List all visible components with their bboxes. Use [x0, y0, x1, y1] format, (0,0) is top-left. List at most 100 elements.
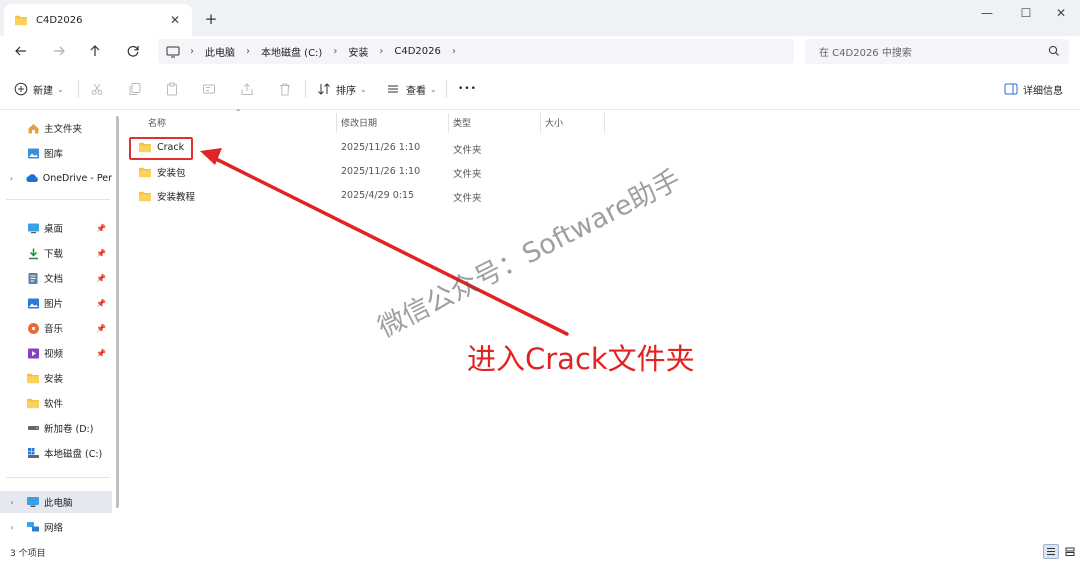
sidebar-item-music[interactable]: 音乐 📌 [0, 317, 112, 339]
sort-label: 排序 [336, 85, 356, 97]
cut-button[interactable] [90, 78, 104, 100]
file-row-tutorial[interactable]: 安装教程 2025/4/29 0:15 文件夹 [124, 185, 1080, 207]
file-row-crack[interactable]: Crack 2025/11/26 1:10 文件夹 [124, 137, 1080, 159]
arrow-up-icon [90, 45, 100, 56]
video-icon [26, 346, 40, 360]
sidebar-item-onedrive[interactable]: › OneDrive - Per [0, 167, 112, 189]
refresh-icon [127, 45, 139, 57]
sidebar-item-label: 此电脑 [44, 498, 73, 509]
copy-button[interactable] [128, 78, 142, 100]
new-tab-button[interactable]: + [201, 9, 221, 29]
tab-c4d2026[interactable]: C4D2026 ✕ [4, 4, 192, 36]
pin-icon: 📌 [96, 248, 106, 258]
share-button[interactable] [240, 78, 254, 100]
close-window-button[interactable]: ✕ [1044, 2, 1078, 24]
details-pane-icon [1004, 83, 1018, 95]
view-button[interactable]: 查看 ⌄ [386, 78, 437, 100]
divider [6, 477, 110, 478]
view-list-icon [388, 85, 398, 93]
search-placeholder: 在 C4D2026 中搜索 [819, 48, 912, 59]
column-header-date[interactable]: 修改日期 [341, 111, 377, 133]
forward-button[interactable] [47, 40, 71, 62]
details-view-button[interactable] [1043, 544, 1059, 559]
breadcrumb-local-disk[interactable]: 本地磁盘 (C:) [261, 44, 322, 59]
address-bar[interactable]: › 此电脑 › 本地磁盘 (C:) › 安装 › C4D2026 › [158, 39, 794, 64]
document-icon [26, 271, 40, 285]
column-divider[interactable] [540, 113, 541, 133]
cloud-icon [25, 171, 39, 185]
sidebar-item-videos[interactable]: 视频 📌 [0, 342, 112, 364]
close-tab-icon[interactable]: ✕ [166, 11, 184, 29]
breadcrumb-install[interactable]: 安装 [348, 44, 368, 59]
file-row-installer[interactable]: 安装包 2025/11/26 1:10 文件夹 [124, 161, 1080, 183]
sidebar-scrollbar[interactable] [116, 116, 119, 508]
more-options-button[interactable]: ••• [458, 78, 477, 100]
sidebar-item-label: 音乐 [44, 324, 64, 335]
share-icon [241, 83, 253, 95]
chevron-right-icon[interactable]: › [6, 174, 17, 183]
sidebar-item-home[interactable]: 主文件夹 [0, 117, 112, 139]
item-count: 3 个项目 [10, 549, 46, 559]
column-divider[interactable] [336, 113, 337, 133]
navigation-pane: 主文件夹 图库 › OneDrive - Per 桌面 📌 下载 📌 文档 📌 … [0, 111, 112, 543]
breadcrumb-separator: › [333, 46, 338, 57]
computer-icon [26, 495, 40, 509]
view-label: 查看 [406, 85, 426, 97]
file-date: 2025/11/26 1:10 [341, 166, 421, 177]
column-divider[interactable] [604, 113, 605, 133]
pin-icon: 📌 [96, 223, 106, 233]
sidebar-item-drive-d[interactable]: 新加卷 (D:) [0, 417, 112, 439]
pin-icon: 📌 [96, 348, 106, 358]
pin-icon: 📌 [96, 323, 106, 333]
breadcrumb-this-pc[interactable]: 此电脑 [205, 44, 235, 59]
divider [78, 80, 79, 98]
details-pane-button[interactable]: 详细信息 [1004, 78, 1063, 100]
search-input[interactable]: 在 C4D2026 中搜索 [805, 39, 1069, 64]
divider [305, 80, 306, 98]
gallery-icon [26, 146, 40, 160]
back-button[interactable] [9, 40, 33, 62]
sidebar-item-network[interactable]: › 网络 [0, 516, 112, 538]
computer-icon [166, 46, 180, 57]
breadcrumb-c4d2026[interactable]: C4D2026 [394, 46, 441, 57]
chevron-right-icon[interactable]: › [6, 523, 18, 532]
sidebar-item-software[interactable]: 软件 [0, 392, 112, 414]
trash-icon [280, 83, 290, 96]
minimize-button[interactable]: — [970, 2, 1004, 24]
picture-icon [26, 296, 40, 310]
up-button[interactable] [83, 40, 107, 62]
sidebar-item-documents[interactable]: 文档 📌 [0, 267, 112, 289]
maximize-button[interactable]: ☐ [1009, 2, 1043, 24]
sidebar-item-desktop[interactable]: 桌面 📌 [0, 217, 112, 239]
rename-button[interactable] [202, 78, 216, 100]
breadcrumb-separator: › [379, 46, 384, 57]
breadcrumb-separator: › [190, 46, 194, 57]
column-divider[interactable] [448, 113, 449, 133]
new-button[interactable]: 新建 ⌄ [14, 78, 64, 100]
sidebar-item-label: 本地磁盘 (C:) [44, 449, 103, 460]
tiles-view-button[interactable] [1062, 544, 1078, 559]
tiles-view-icon [1065, 547, 1075, 556]
sidebar-item-this-pc[interactable]: › 此电脑 [0, 491, 112, 513]
refresh-button[interactable] [121, 40, 145, 62]
folder-icon [14, 14, 28, 26]
folder-icon [138, 190, 152, 202]
sort-button[interactable]: 排序 ⌄ [317, 78, 367, 100]
sidebar-item-downloads[interactable]: 下载 📌 [0, 242, 112, 264]
sidebar-item-gallery[interactable]: 图库 [0, 142, 112, 164]
column-header-name[interactable]: 名称 [148, 111, 166, 133]
chevron-right-icon[interactable]: › [6, 498, 18, 507]
column-header-size[interactable]: 大小 [545, 111, 563, 133]
divider [6, 199, 110, 200]
sidebar-item-pictures[interactable]: 图片 📌 [0, 292, 112, 314]
sidebar-item-drive-c[interactable]: 本地磁盘 (C:) [0, 442, 112, 464]
column-header-type[interactable]: 类型 [453, 111, 471, 133]
sidebar-item-install[interactable]: 安装 [0, 367, 112, 389]
delete-button[interactable] [278, 78, 292, 100]
paste-button[interactable] [165, 78, 179, 100]
file-date: 2025/4/29 0:15 [341, 190, 415, 201]
file-date: 2025/11/26 1:10 [341, 142, 421, 153]
drive-icon [26, 421, 40, 435]
tab-label: C4D2026 [36, 14, 83, 26]
copy-icon [129, 83, 141, 95]
